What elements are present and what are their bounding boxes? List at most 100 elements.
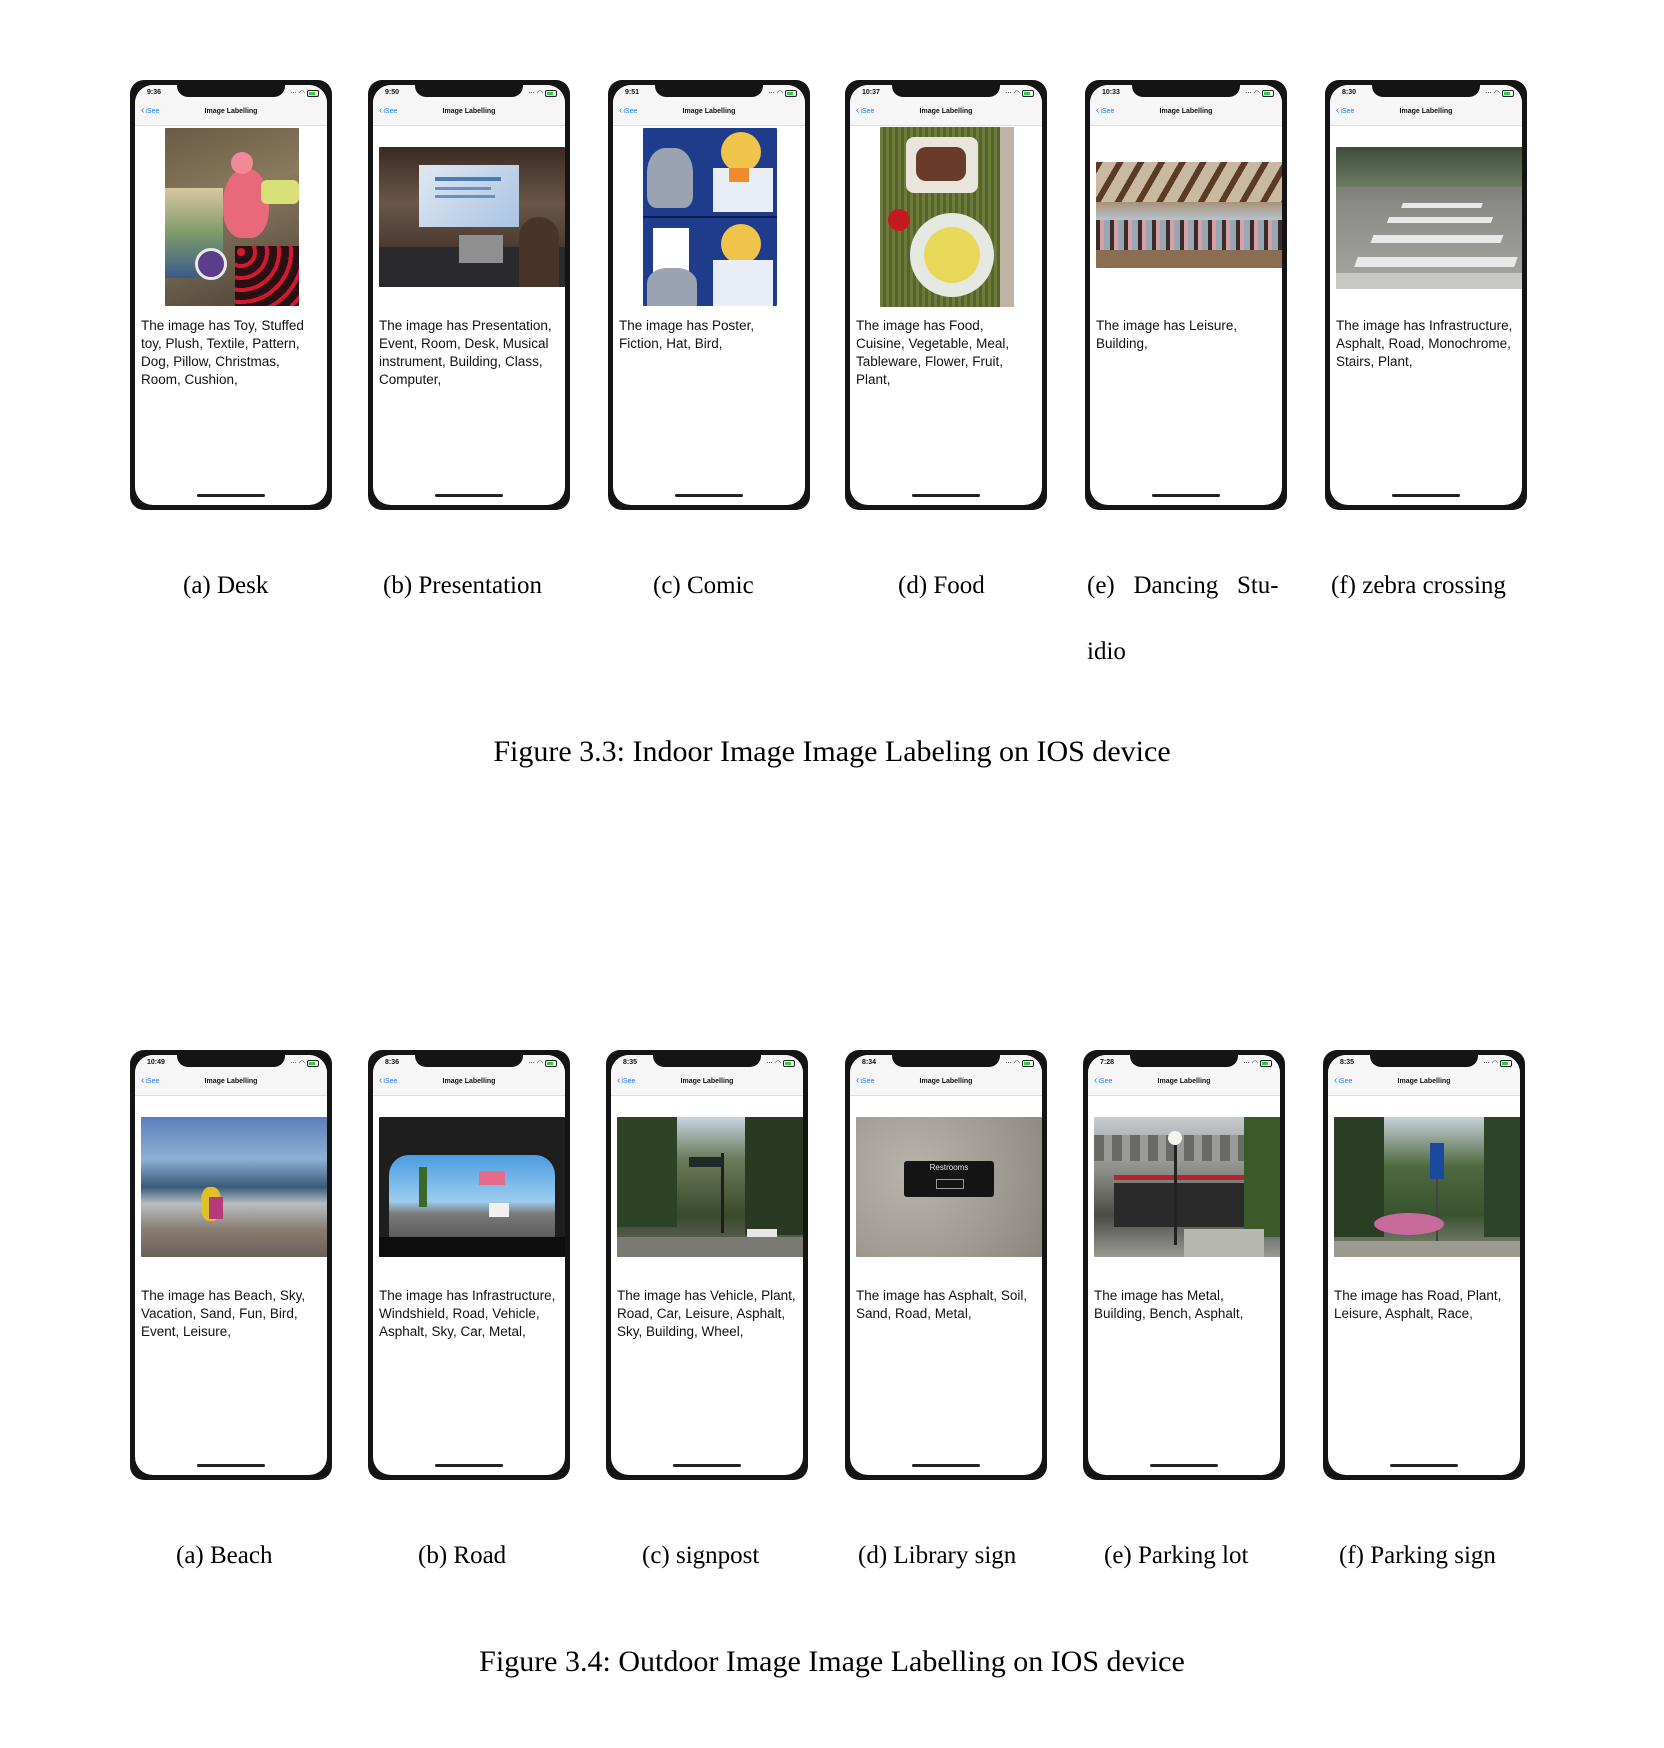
photo-library-sign: Restrooms bbox=[856, 1117, 1042, 1257]
signal-icon: ··· bbox=[1485, 89, 1492, 97]
battery-icon bbox=[1022, 1059, 1034, 1067]
phone-screenshot-comic: 9:51 ··· ◠ ‹ iSee Image Labelling The imag… bbox=[608, 80, 810, 510]
status-icons: ··· ◠ bbox=[528, 1059, 557, 1067]
subcaption-beach: (a) Beach bbox=[176, 1542, 273, 1569]
status-icons: ··· ◠ bbox=[1243, 1059, 1272, 1067]
notch bbox=[177, 1055, 285, 1067]
phone-screen: 10:37 ··· ◠ ‹ iSee Image Labelling The ima… bbox=[850, 85, 1042, 505]
wifi-icon: ◠ bbox=[774, 1059, 781, 1067]
nav-bar: ‹ iSee Image Labelling bbox=[1088, 1071, 1280, 1096]
battery-icon bbox=[307, 1059, 319, 1067]
notch bbox=[415, 1055, 523, 1067]
detected-labels: The image has Beach, Sky, Vacation, Sand… bbox=[141, 1288, 306, 1339]
detected-labels: The image has Asphalt, Soil, Sand, Road,… bbox=[856, 1288, 1028, 1321]
phone-screen: 7:28 ··· ◠ ‹ iSee Image Labelling The imag… bbox=[1088, 1055, 1280, 1475]
home-indicator bbox=[435, 494, 503, 497]
phone-screen: 8:36 ··· ◠ ‹ iSee Image Labelling The imag… bbox=[373, 1055, 565, 1475]
wifi-icon: ◠ bbox=[298, 89, 305, 97]
phone-screenshot-zebra-crossing: 8:30 ··· ◠ ‹ iSee Image Labelling The imag… bbox=[1325, 80, 1527, 510]
phone-screen: 8:35 ··· ◠ ‹ iSee Image Labelling The imag… bbox=[611, 1055, 803, 1475]
home-indicator bbox=[673, 1464, 741, 1467]
home-indicator bbox=[1152, 494, 1220, 497]
photo-road bbox=[379, 1117, 565, 1257]
wifi-icon: ◠ bbox=[536, 1059, 543, 1067]
signal-icon: ··· bbox=[528, 89, 535, 97]
subcaption-presentation: (b) Presentation bbox=[383, 572, 542, 599]
subcaption-parking-lot: (e) Parking lot bbox=[1104, 1542, 1249, 1569]
photo-desk bbox=[165, 128, 299, 306]
battery-icon bbox=[307, 89, 319, 97]
notch bbox=[655, 85, 763, 97]
nav-title: Image Labelling bbox=[1157, 1078, 1211, 1085]
home-indicator bbox=[1392, 494, 1460, 497]
nav-title: Image Labelling bbox=[442, 1078, 496, 1085]
photo-food bbox=[880, 127, 1014, 307]
wifi-icon: ◠ bbox=[1251, 1059, 1258, 1067]
status-time: 10:37 bbox=[862, 89, 880, 96]
status-time: 7:28 bbox=[1100, 1059, 1115, 1066]
signal-icon: ··· bbox=[1243, 1059, 1250, 1067]
subcaption-road: (b) Road bbox=[418, 1542, 507, 1569]
wifi-icon: ◠ bbox=[1013, 89, 1020, 97]
signal-icon: ··· bbox=[766, 1059, 773, 1067]
status-icons: ··· ◠ bbox=[768, 89, 797, 97]
phone-screen: 8:35 ··· ◠ ‹ iSee Image Labelling The imag… bbox=[1328, 1055, 1520, 1475]
nav-bar: ‹ iSee Image Labelling bbox=[373, 1071, 565, 1096]
notch bbox=[1370, 1055, 1478, 1067]
nav-bar: ‹ iSee Image Labelling bbox=[850, 1071, 1042, 1096]
status-time: 9:51 bbox=[625, 89, 640, 96]
phone-screenshot-signpost: 8:35 ··· ◠ ‹ iSee Image Labelling The imag… bbox=[606, 1050, 808, 1480]
status-time: 8:30 bbox=[1342, 89, 1357, 96]
subcaption-dancing-studio-continued: idio bbox=[1087, 638, 1126, 665]
subcaption-parking-sign: (f) Parking sign bbox=[1339, 1542, 1496, 1569]
home-indicator bbox=[912, 1464, 980, 1467]
photo-dancing-studio bbox=[1096, 162, 1282, 268]
photo-presentation bbox=[379, 147, 565, 287]
detected-labels: The image has Metal, Building, Bench, As… bbox=[1094, 1288, 1244, 1321]
home-indicator bbox=[197, 1464, 265, 1467]
subcaption-signpost: (c) signpost bbox=[642, 1542, 760, 1569]
signal-icon: ··· bbox=[290, 89, 297, 97]
status-icons: ··· ◠ bbox=[1005, 1059, 1034, 1067]
battery-icon bbox=[1502, 89, 1514, 97]
figure-caption: Figure 3.3: Indoor Image Image Labeling … bbox=[493, 735, 1171, 768]
nav-title: Image Labelling bbox=[1159, 108, 1213, 115]
subcaption-comic: (c) Comic bbox=[653, 572, 754, 599]
status-icons: ··· ◠ bbox=[290, 1059, 319, 1067]
nav-bar: ‹ iSee Image Labelling bbox=[611, 1071, 803, 1096]
nav-title: Image Labelling bbox=[1397, 1078, 1451, 1085]
home-indicator bbox=[197, 494, 265, 497]
phone-screenshot-beach: 10:49 ··· ◠ ‹ iSee Image Labelling The ima… bbox=[130, 1050, 332, 1480]
battery-icon bbox=[1500, 1059, 1512, 1067]
nav-bar: ‹ iSee Image Labelling bbox=[1090, 101, 1282, 126]
wifi-icon: ◠ bbox=[776, 89, 783, 97]
status-icons: ··· ◠ bbox=[766, 1059, 795, 1067]
nav-title: Image Labelling bbox=[682, 108, 736, 115]
wifi-icon: ◠ bbox=[1493, 89, 1500, 97]
detected-labels: The image has Poster, Fiction, Hat, Bird… bbox=[619, 318, 755, 351]
battery-icon bbox=[1260, 1059, 1272, 1067]
phone-screen: 9:36 ··· ◠ ‹ iSee Image Labelling The imag… bbox=[135, 85, 327, 505]
signal-icon: ··· bbox=[528, 1059, 535, 1067]
sign-text: Restrooms bbox=[929, 1163, 969, 1172]
nav-bar: ‹ iSee Image Labelling bbox=[373, 101, 565, 126]
phone-screen: 10:49 ··· ◠ ‹ iSee Image Labelling The ima… bbox=[135, 1055, 327, 1475]
battery-icon bbox=[785, 89, 797, 97]
wifi-icon: ◠ bbox=[298, 1059, 305, 1067]
nav-title: Image Labelling bbox=[204, 1078, 258, 1085]
photo-beach bbox=[141, 1117, 327, 1257]
subcaption-desk: (a) Desk bbox=[183, 572, 269, 599]
status-icons: ··· ◠ bbox=[1245, 89, 1274, 97]
status-time: 10:49 bbox=[147, 1059, 165, 1066]
nav-bar: ‹ iSee Image Labelling bbox=[613, 101, 805, 126]
detected-labels: The image has Toy, Stuffed toy, Plush, T… bbox=[141, 318, 304, 387]
notch bbox=[892, 1055, 1000, 1067]
nav-bar: ‹ iSee Image Labelling bbox=[850, 101, 1042, 126]
battery-icon bbox=[783, 1059, 795, 1067]
nav-bar: ‹ iSee Image Labelling bbox=[135, 101, 327, 126]
status-icons: ··· ◠ bbox=[1485, 89, 1514, 97]
detected-labels: The image has Food, Cuisine, Vegetable, … bbox=[856, 318, 1010, 387]
status-icons: ··· ◠ bbox=[290, 89, 319, 97]
notch bbox=[653, 1055, 761, 1067]
photo-parking-sign bbox=[1334, 1117, 1520, 1257]
